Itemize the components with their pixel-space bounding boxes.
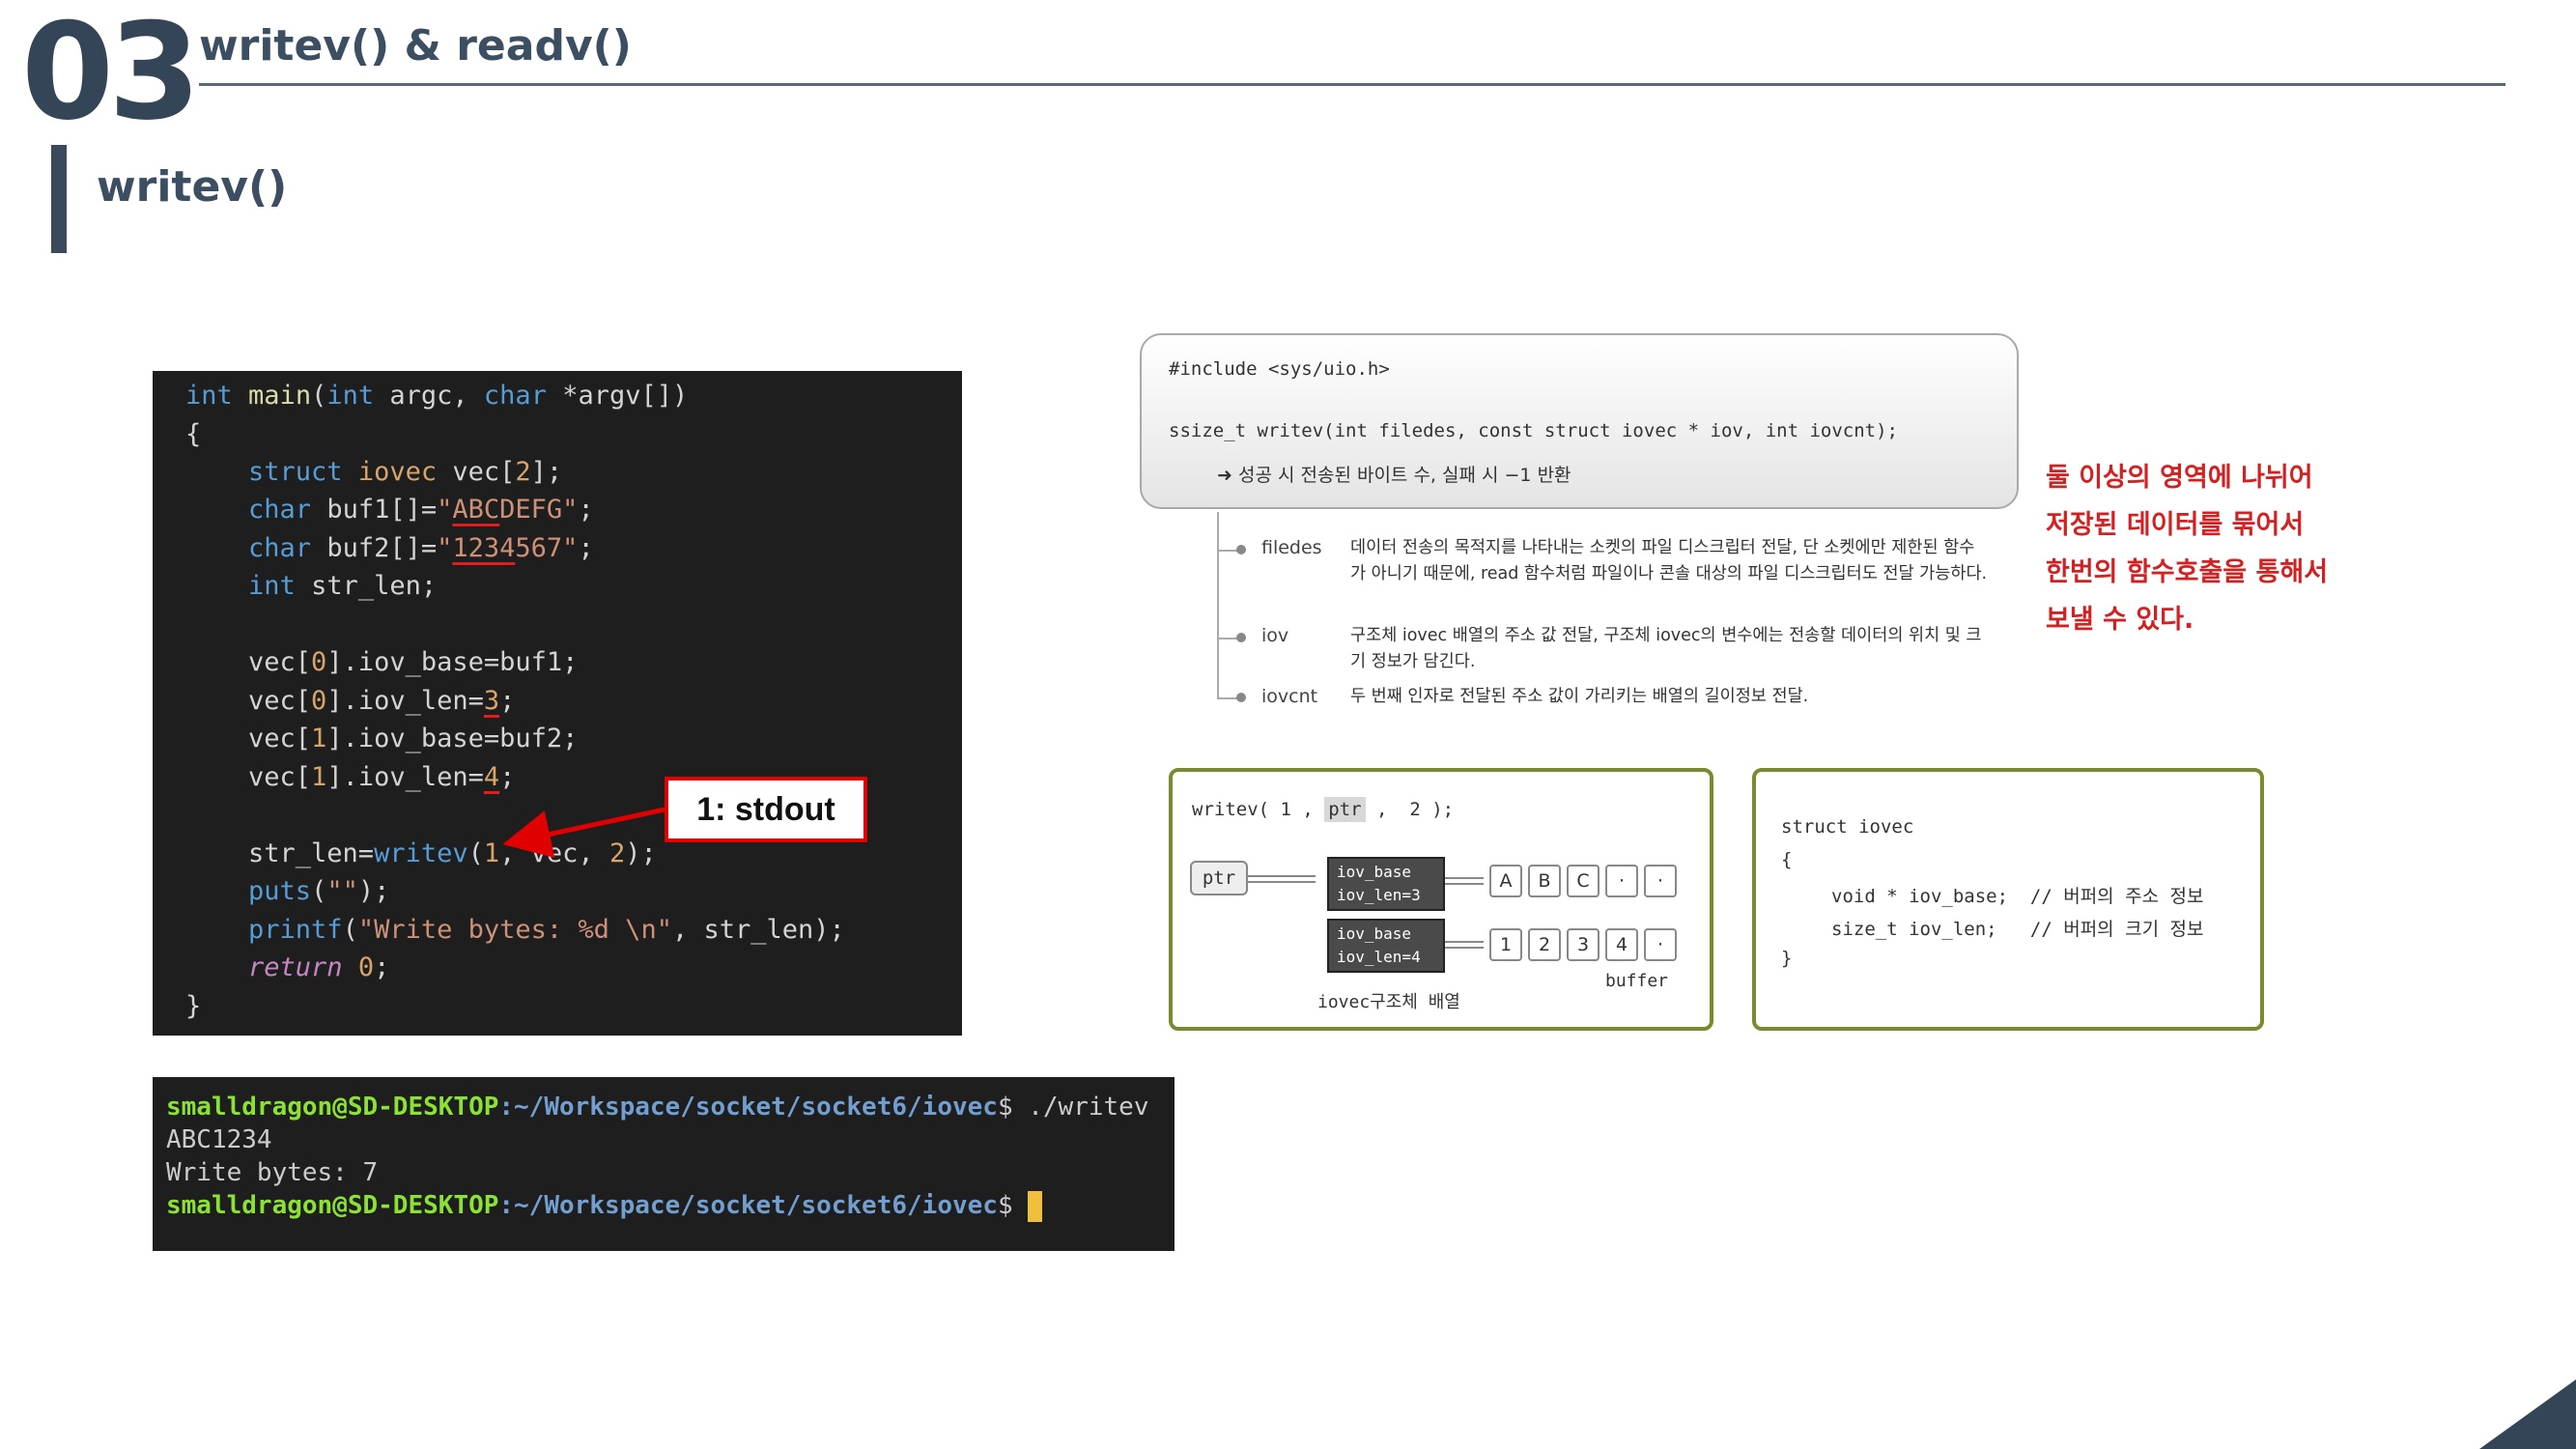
note-line: 둘 이상의 영역에 나뉘어 [2046,463,2313,493]
param-name: filedes [1261,537,1322,558]
buffer-cell: A [1489,865,1522,897]
buffer-cell: 2 [1528,928,1561,961]
code-line: char buf2[]="1234567"; [248,533,594,563]
tree-line [1217,512,1219,697]
code-line: str_len=writev(1, vec, 2); [185,838,657,868]
title-divider [199,83,2505,86]
code-line: vec[1].iov_base=buf2; [185,724,579,753]
include-line: #include <sys/uio.h> [1169,358,1390,380]
note-line: 저장된 데이터를 묶어서 [2046,510,2305,540]
iovec-element-1: iov_base iov_len=4 [1327,919,1445,973]
return-description: ➜ 성공 시 전송된 바이트 수, 실패 시 −1 반환 [1217,465,1571,486]
buffer-cell: 3 [1567,928,1599,961]
code-line: vec[0].iov_len=3; [185,686,516,716]
buffer-cell: 1 [1489,928,1522,961]
parameter-list: filedes 데이터 전송의 목적지를 나타내는 소켓의 파일 디스크립터 전… [1140,512,2009,715]
struct-line: } [1781,948,1793,969]
buffer-cell: · [1644,928,1677,961]
code-line: vec[0].iov_base=buf1; [185,647,579,677]
buffer-cell: B [1528,865,1561,897]
terminal-line: smalldragon@SD-DESKTOP:~/Workspace/socke… [166,1093,1149,1122]
slide-title: writev() & readv() [199,21,632,71]
buffer-cell: · [1605,865,1638,897]
code-line: return 0; [248,952,390,982]
terminal-output: smalldragon@SD-DESKTOP:~/Workspace/socke… [153,1077,1175,1251]
code-line: { [185,419,202,449]
struct-line: size_t iov_len; // 버퍼의 크기 정보 [1831,919,2204,940]
struct-line: { [1781,849,1793,870]
code-line: char buf1[]="ABCDEFG"; [248,495,594,525]
array-caption: iovec구조체 배열 [1317,992,1460,1012]
param-name: iovcnt [1261,686,1318,707]
slide-subtitle: writev() [97,162,288,212]
code-block: int main(int argc, char *argv[]) { struc… [153,371,962,1036]
iovec-struct-box: struct iovec { void * iov_base; // 버퍼의 주… [1752,768,2264,1031]
code-line: puts(""); [248,876,390,906]
code-line: printf("Write bytes: %d \n", str_len); [248,915,845,945]
param-name: iov [1261,625,1289,646]
code-line: } [185,991,202,1021]
struct-line: void * iov_base; // 버퍼의 주소 정보 [1831,886,2204,907]
corner-decoration [2479,1379,2576,1449]
buffer-cell: 4 [1605,928,1638,961]
summary-note: 둘 이상의 영역에 나뉘어 저장된 데이터를 묶어서 한번의 함수호출을 통해서… [2046,454,2393,643]
writev-diagram: writev( 1 , ptr , 2 ); ptr iov_base iov_l… [1169,768,1713,1031]
function-signature-box: #include <sys/uio.h> ssize_t writev(int … [1140,333,2019,509]
struct-line: struct iovec [1781,816,1914,838]
subtitle-accent-bar [51,145,67,253]
code-line: struct iovec vec[2]; [248,457,563,487]
code-line: int str_len; [248,571,438,601]
buffer-cell: · [1644,865,1677,897]
terminal-line: ABC1234 [166,1125,272,1154]
stdout-callout: 1: stdout [665,777,867,842]
prototype-line: ssize_t writev(int filedes, const struct… [1169,420,1898,441]
note-line: 한번의 함수호출을 통해서 [2046,557,2329,587]
section-number: 03 [21,0,201,150]
param-desc: 구조체 iovec 배열의 주소 값 전달, 구조체 iovec의 변수에는 전… [1350,626,1982,671]
code-line: int main(int argc, char *argv[]) [185,381,689,411]
terminal-line: Write bytes: 7 [166,1158,379,1187]
terminal-cursor [1028,1190,1043,1222]
iovec-element-0: iov_base iov_len=3 [1327,857,1445,911]
terminal-line: smalldragon@SD-DESKTOP:~/Workspace/socke… [166,1189,1043,1222]
buffer-caption: buffer [1605,971,1669,991]
param-desc: 두 번째 인자로 전달된 주소 값이 가리키는 배열의 길이정보 전달. [1350,687,1809,706]
param-desc: 데이터 전송의 목적지를 나타내는 소켓의 파일 디스크립터 전달, 단 소켓에… [1350,538,1988,583]
note-line: 보낼 수 있다. [2046,605,2194,635]
buffer-cell: C [1567,865,1599,897]
code-line: vec[1].iov_len=4; [185,762,516,792]
